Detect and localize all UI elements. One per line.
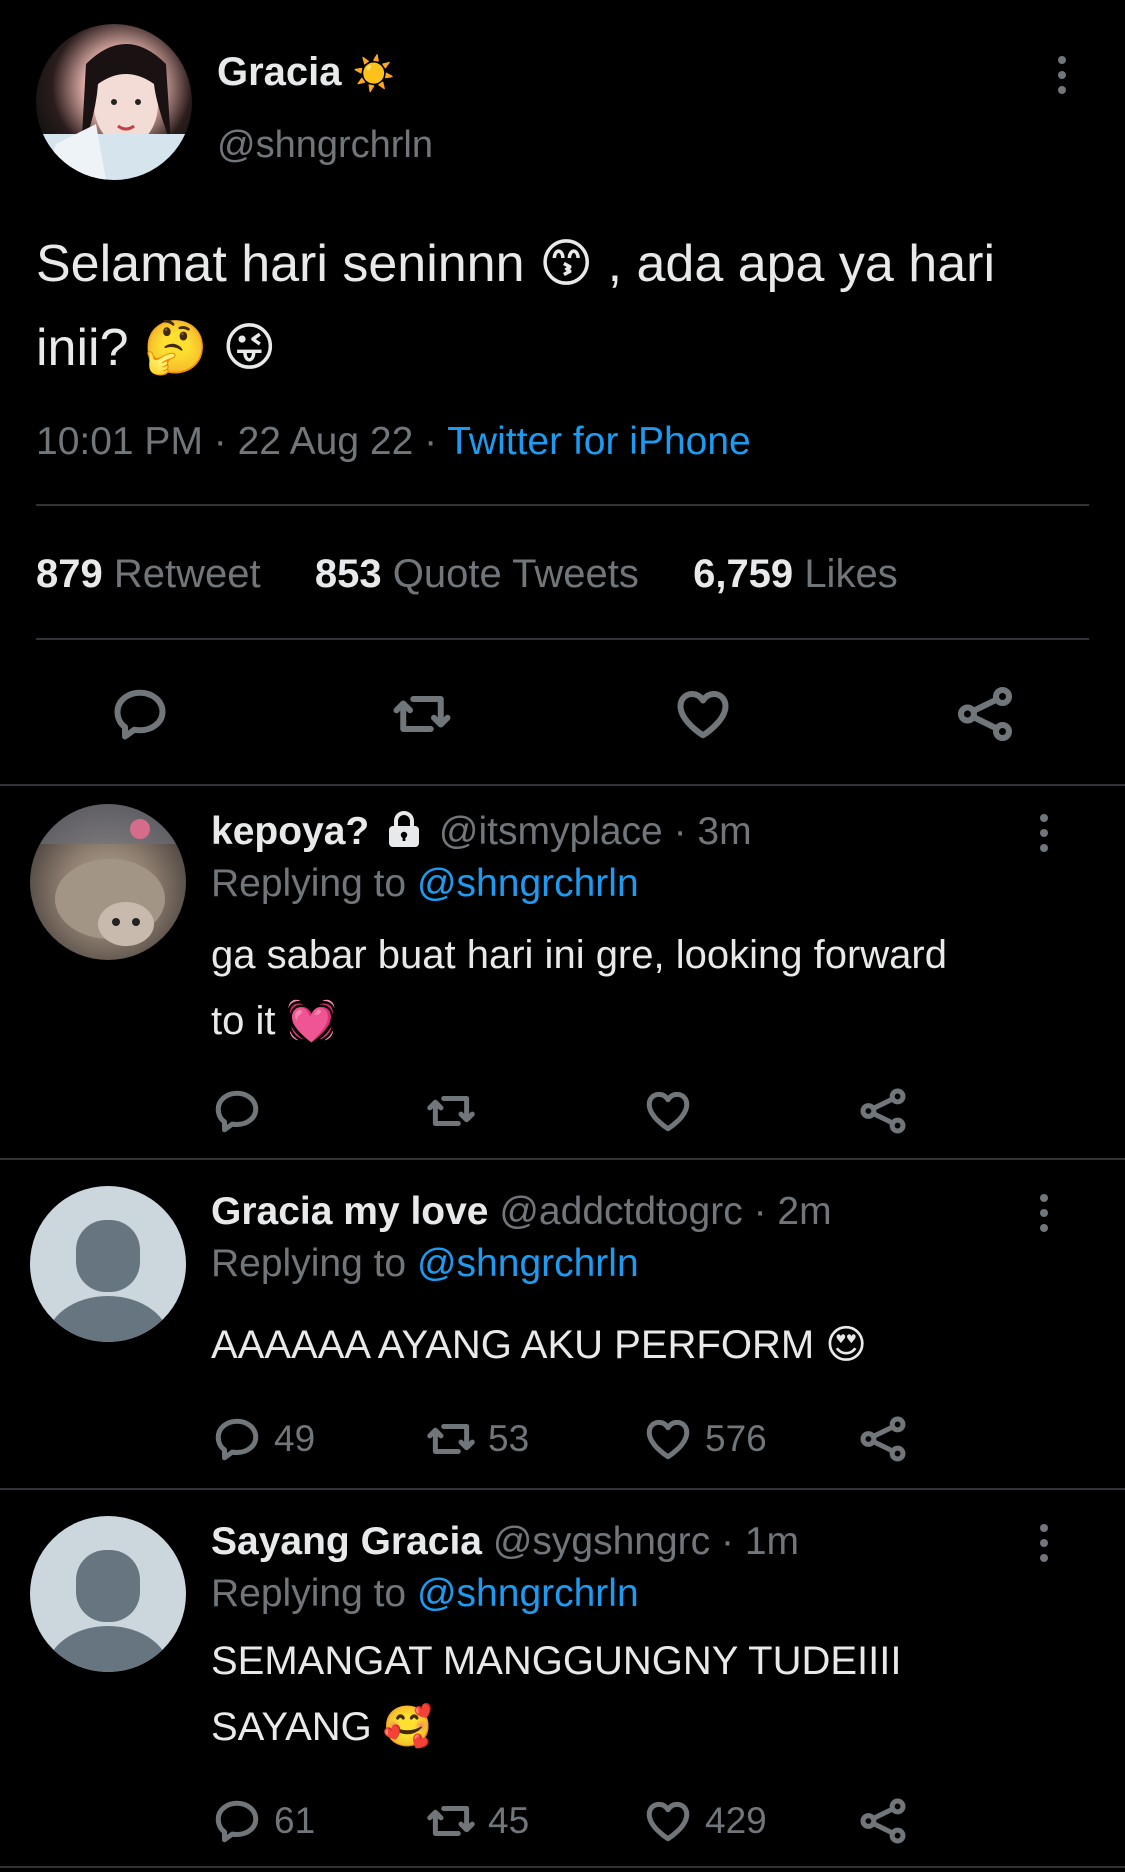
reply-count: 49 (274, 1418, 316, 1459)
retweet-icon[interactable] (424, 1414, 478, 1464)
reply-header: Gracia my love @addctdtogrc · 2m (211, 1190, 832, 1234)
main-tweet-name-row[interactable]: Gracia ☀️ (217, 50, 395, 95)
reply-icon[interactable] (212, 1796, 262, 1846)
share-icon[interactable] (858, 1414, 908, 1464)
divider (0, 784, 1125, 786)
reply-count: 61 (274, 1800, 316, 1841)
replying-to: Replying to @shngrchrln (211, 1572, 639, 1615)
divider (0, 1866, 1125, 1868)
more-options-icon[interactable] (1038, 1194, 1050, 1232)
retweets-stat[interactable]: 879 Retweet (36, 552, 272, 596)
display-name[interactable]: Gracia (217, 50, 342, 94)
like-icon[interactable] (643, 1414, 693, 1464)
reply-header: Sayang Gracia @sygshngrc · 1m (211, 1520, 799, 1564)
default-avatar[interactable] (30, 1186, 186, 1342)
reply-icon[interactable] (212, 1414, 262, 1464)
share-icon[interactable] (858, 1796, 908, 1846)
reply-avatar[interactable] (30, 804, 186, 960)
lock-icon (386, 810, 422, 848)
likes-stat[interactable]: 6,759 Likes (693, 552, 898, 596)
retweet-count: 45 (488, 1800, 530, 1841)
divider (0, 1488, 1125, 1490)
reply-display-name[interactable]: Sayang Gracia (211, 1520, 482, 1563)
reply-icon[interactable] (110, 684, 170, 744)
quote-tweets-stat[interactable]: 853 Quote Tweets (315, 552, 650, 596)
user-handle[interactable]: @shngrchrln (217, 124, 433, 167)
reply-display-name[interactable]: Gracia my love (211, 1190, 489, 1233)
more-options-icon[interactable] (1038, 814, 1050, 852)
reply-time: · 1m (721, 1520, 800, 1563)
tweet-date: 22 Aug 22 (237, 420, 414, 463)
like-count: 576 (705, 1418, 767, 1459)
reply-text: SEMANGAT MANGGUNGNY TUDEIIII SAYANG 🥰 (211, 1639, 902, 1749)
default-profile-icon (46, 1550, 170, 1672)
divider (0, 1158, 1125, 1160)
replying-to-link[interactable]: @shngrchrln (417, 1242, 639, 1285)
like-count: 429 (705, 1800, 767, 1841)
sun-emoji: ☀️ (352, 55, 395, 93)
tweet-time: 10:01 PM (36, 420, 203, 463)
tweet-text: Selamat hari seninnn 😙 , ada apa ya hari… (36, 222, 995, 390)
reply-time: · 3m (673, 810, 752, 853)
replying-to-link[interactable]: @shngrchrln (417, 1572, 639, 1615)
reply-handle[interactable]: @itsmyplace (439, 810, 663, 853)
divider (36, 504, 1089, 506)
tweet-stats: 879 Retweet 853 Quote Tweets 6,759 Likes (36, 552, 898, 597)
share-icon[interactable] (858, 1086, 908, 1136)
divider (36, 638, 1089, 640)
tweet-meta: 10:01 PM · 22 Aug 22 · Twitter for iPhon… (36, 420, 751, 463)
reply-time: · 2m (753, 1190, 832, 1233)
like-icon[interactable] (673, 684, 733, 744)
more-options-icon[interactable] (1056, 56, 1068, 94)
reply-text: AAAAAA AYANG AKU PERFORM 😍 (211, 1323, 867, 1367)
reply-handle[interactable]: @addctdtogrc (499, 1190, 742, 1233)
avatar-portrait-icon (36, 44, 192, 180)
retweet-icon[interactable] (390, 684, 454, 744)
share-icon[interactable] (954, 684, 1016, 744)
tweet-text-line-2: inii? 🤔 😜 (36, 319, 277, 377)
replying-to: Replying to @shngrchrln (211, 1242, 639, 1285)
replying-to-link[interactable]: @shngrchrln (417, 862, 639, 905)
reply-icon[interactable] (212, 1086, 262, 1136)
cat-avatar-icon (30, 804, 186, 946)
default-profile-icon (46, 1220, 170, 1342)
reply-handle[interactable]: @sygshngrc (493, 1520, 710, 1563)
tweet-source-link[interactable]: Twitter for iPhone (447, 420, 750, 463)
default-avatar[interactable] (30, 1516, 186, 1672)
reply-header: kepoya? @itsmyplace · 3m (211, 810, 752, 854)
reply-text: ga sabar buat hari ini gre, looking forw… (211, 933, 947, 1043)
like-icon[interactable] (643, 1086, 693, 1136)
retweet-count: 53 (488, 1418, 530, 1459)
like-icon[interactable] (643, 1796, 693, 1846)
reply-display-name[interactable]: kepoya? (211, 810, 369, 853)
replying-to: Replying to @shngrchrln (211, 862, 639, 905)
main-tweet-avatar[interactable] (36, 24, 192, 180)
tweet-text-line-1: Selamat hari seninnn 😙 , ada apa ya hari (36, 235, 996, 293)
more-options-icon[interactable] (1038, 1524, 1050, 1562)
retweet-icon[interactable] (424, 1796, 478, 1846)
retweet-icon[interactable] (424, 1086, 478, 1136)
